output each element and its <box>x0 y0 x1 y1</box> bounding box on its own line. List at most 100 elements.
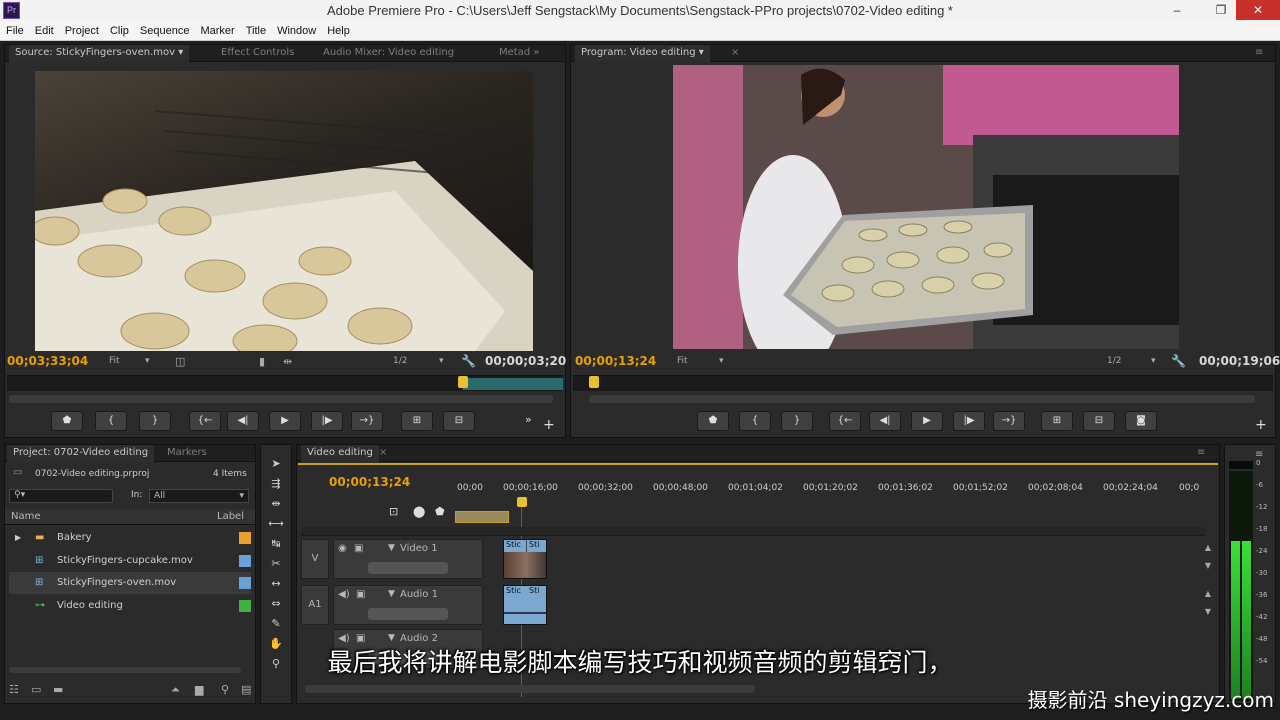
list-item[interactable]: ⊶ Video editing <box>9 595 251 617</box>
lock-icon[interactable]: ▣ <box>354 543 363 554</box>
mark-out-button[interactable]: } <box>781 411 813 431</box>
chevron-down-icon[interactable]: ▼ <box>388 543 395 553</box>
vertical-scroll-up[interactable]: ▲ ▼ <box>1201 539 1215 579</box>
playhead-icon[interactable] <box>589 376 599 388</box>
razor-tool-icon[interactable]: ✂ <box>265 555 287 573</box>
speaker-icon[interactable]: ◀) <box>338 589 350 600</box>
chevron-down-icon[interactable]: ▼ <box>388 589 395 599</box>
close-icon[interactable]: × <box>373 445 393 462</box>
tab-timeline[interactable]: Video editing <box>301 445 379 462</box>
slip-tool-icon[interactable]: ↔ <box>265 575 287 593</box>
panel-menu-icon[interactable]: ≡ <box>1249 45 1269 62</box>
pen-tool-icon[interactable]: ✎ <box>265 615 287 633</box>
add-marker-button[interactable]: ⬟ <box>697 411 729 431</box>
source-scrubber[interactable] <box>7 375 563 391</box>
menu-sequence[interactable]: Sequence <box>134 22 195 37</box>
chevron-down-icon[interactable]: ▼ <box>388 633 395 643</box>
rolling-edit-tool-icon[interactable]: ⟷ <box>265 515 287 533</box>
menu-help[interactable]: Help <box>321 22 355 37</box>
menu-title[interactable]: Title <box>240 22 271 37</box>
settings-arrows-icon[interactable]: ⇹ <box>283 355 292 368</box>
wrench-icon[interactable]: 🔧 <box>1171 354 1186 368</box>
vertical-scroll-down[interactable]: ▲ ▼ <box>1201 585 1215 625</box>
column-label[interactable]: Label <box>217 511 244 522</box>
list-item[interactable]: ▶ ▬ Bakery <box>9 527 251 549</box>
ripple-edit-tool-icon[interactable]: ⇹ <box>265 495 287 513</box>
expand-arrow-icon[interactable]: ▶ <box>15 527 21 549</box>
label-swatch[interactable] <box>239 555 251 567</box>
program-resolution-dropdown[interactable]: 1/2 <box>1107 356 1121 366</box>
go-to-in-button[interactable]: {← <box>189 411 221 431</box>
menu-clip[interactable]: Clip <box>104 22 134 37</box>
tab-markers[interactable]: Markers <box>161 445 213 462</box>
marker-icon[interactable]: ⬟ <box>435 505 445 518</box>
in-filter-dropdown[interactable]: All ▾ <box>149 489 249 503</box>
program-scrubber[interactable] <box>573 375 1273 391</box>
list-item[interactable]: ⊞ StickyFingers-oven.mov <box>9 572 251 594</box>
slide-tool-icon[interactable]: ⇔ <box>265 595 287 613</box>
extract-button[interactable]: ⊟ <box>1083 411 1115 431</box>
step-forward-button[interactable]: |▶ <box>311 411 343 431</box>
label-swatch[interactable] <box>239 532 251 544</box>
restore-button[interactable]: ❐ <box>1204 0 1238 20</box>
tab-metadata[interactable]: Metad » <box>493 45 545 62</box>
video-track-source-label[interactable]: V <box>301 539 329 579</box>
play-button[interactable]: ▶ <box>911 411 943 431</box>
label-swatch[interactable] <box>239 577 251 589</box>
menu-window[interactable]: Window <box>271 22 321 37</box>
safe-margins-icon[interactable]: ◫ <box>175 355 185 368</box>
tab-effect-controls[interactable]: Effect Controls <box>215 45 300 62</box>
go-to-in-button[interactable]: {← <box>829 411 861 431</box>
insert-button[interactable]: ⊞ <box>401 411 433 431</box>
snap-icon[interactable]: ⊡ <box>389 505 398 518</box>
new-item-icon[interactable]: ▤ <box>241 683 251 696</box>
eye-icon[interactable]: ◉ <box>338 543 347 554</box>
work-area-bar[interactable] <box>455 511 509 523</box>
go-to-out-button[interactable]: →} <box>993 411 1025 431</box>
tab-source[interactable]: Source: StickyFingers-oven.mov ▾ <box>9 45 190 62</box>
keyframe-bar[interactable] <box>368 562 448 574</box>
menu-edit[interactable]: Edit <box>29 22 59 37</box>
find-icon[interactable]: ⚲ <box>221 683 229 696</box>
list-view-icon[interactable]: ☷ <box>9 683 19 696</box>
time-ruler[interactable]: 00;00 00;00;16;00 00;00;32;00 00;00;48;0… <box>453 483 1203 505</box>
wrench-icon[interactable]: 🔧 <box>461 354 476 368</box>
menu-project[interactable]: Project <box>59 22 104 37</box>
more-controls-icon[interactable]: » <box>525 413 532 426</box>
icon-view-icon[interactable]: ▭ <box>31 683 41 696</box>
mark-in-button[interactable]: { <box>95 411 127 431</box>
minimize-button[interactable]: – <box>1160 0 1194 20</box>
add-marker-button[interactable]: ⬟ <box>51 411 83 431</box>
audio-clip[interactable]: Stic Sti <box>503 585 547 625</box>
bin-icon[interactable]: ▆ <box>195 683 203 696</box>
selection-tool-icon[interactable]: ➤ <box>265 455 287 473</box>
playhead-icon[interactable] <box>458 376 468 388</box>
program-fit-dropdown[interactable]: Fit <box>677 356 688 366</box>
add-button-icon[interactable]: + <box>1255 417 1267 433</box>
track-select-tool-icon[interactable]: ⇶ <box>265 475 287 493</box>
source-resolution-dropdown[interactable]: 1/2 <box>393 356 407 366</box>
timeline-scrollbar[interactable] <box>305 685 755 693</box>
play-button[interactable]: ▶ <box>269 411 301 431</box>
zoom-out-icon[interactable]: ▬ <box>53 683 63 696</box>
search-input[interactable]: ⚲▾ <box>9 489 113 503</box>
audio-track-source-label[interactable]: A1 <box>301 585 329 625</box>
step-back-button[interactable]: ◀| <box>227 411 259 431</box>
keyframe-bar[interactable] <box>368 608 448 620</box>
automate-icon[interactable]: ⏶ <box>171 683 180 697</box>
tab-project[interactable]: Project: 0702-Video editing <box>7 445 155 462</box>
go-to-out-button[interactable]: →} <box>351 411 383 431</box>
set-marker-icon[interactable]: ⬤ <box>413 505 425 518</box>
program-timecode-current[interactable]: 00;00;13;24 <box>575 354 656 368</box>
export-frame-button[interactable]: ◙ <box>1125 411 1157 431</box>
menu-file[interactable]: File <box>0 22 29 37</box>
timeline-timecode[interactable]: 00;00;13;24 <box>329 475 410 489</box>
label-swatch[interactable] <box>239 600 251 612</box>
mark-in-button[interactable]: { <box>739 411 771 431</box>
step-forward-button[interactable]: |▶ <box>953 411 985 431</box>
overwrite-button[interactable]: ⊟ <box>443 411 475 431</box>
panel-menu-icon[interactable]: ≡ <box>1191 445 1211 462</box>
menu-marker[interactable]: Marker <box>194 22 239 37</box>
source-timecode-current[interactable]: 00;03;33;04 <box>7 354 88 368</box>
tab-program[interactable]: Program: Video editing ▾ <box>575 45 710 62</box>
